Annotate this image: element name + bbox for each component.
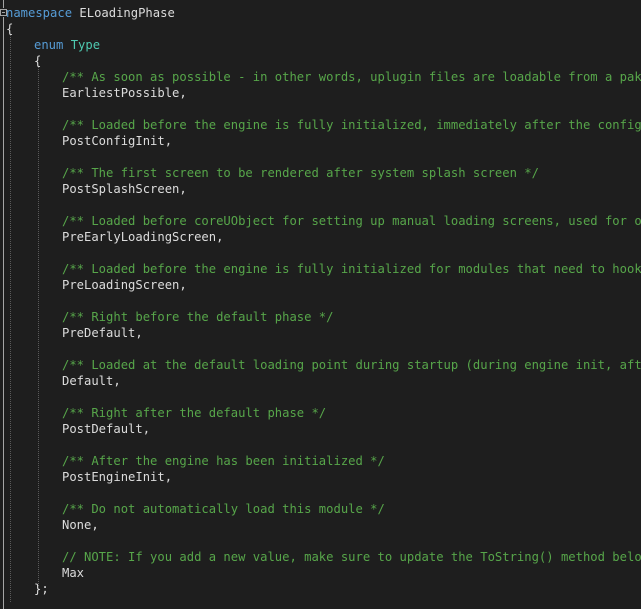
entry-comment: /** Right before the default phase */	[62, 309, 334, 325]
entry-comment: /** Loaded before the engine is fully in…	[62, 261, 641, 277]
entry-value: None,	[62, 517, 99, 533]
enum-value-text: Default,	[62, 374, 121, 388]
enum-keyword: enum	[34, 38, 64, 52]
entry-value: PreDefault,	[62, 325, 143, 341]
entry-value: PreEarlyLoadingScreen,	[62, 229, 223, 245]
enum-value-text: PreLoadingScreen,	[62, 278, 187, 292]
enum-value-text: Max	[62, 566, 85, 580]
entry-value: PostConfigInit,	[62, 133, 172, 149]
entry-comment: /** Loaded at the default loading point …	[62, 357, 641, 373]
entry-value: EarliestPossible,	[62, 85, 187, 101]
comment-text: /** Right before the default phase */	[62, 310, 334, 324]
enum-value-text: PreDefault,	[62, 326, 143, 340]
entry-comment: /** Right after the default phase */	[62, 405, 326, 421]
enum-value-text: PostEngineInit,	[62, 470, 173, 484]
namespace-name: ELoadingPhase	[79, 6, 175, 20]
enum-value-text: PreEarlyLoadingScreen,	[62, 230, 224, 244]
comment-text: /** Loaded before the engine is fully in…	[62, 118, 641, 132]
enum-value-text: PostSplashScreen,	[62, 182, 187, 196]
enum-value-text: PostDefault,	[62, 422, 151, 436]
comment-text: /** The first screen to be rendered afte…	[62, 166, 539, 180]
namespace-keyword: namespace	[6, 6, 73, 20]
indent-guide-enum	[38, 66, 39, 586]
enum-value-text: EarliestPossible,	[62, 86, 187, 100]
entry-value: Max	[62, 565, 84, 581]
entry-value: PostDefault,	[62, 421, 150, 437]
namespace-open-brace: {	[6, 21, 13, 37]
outline-line-namespace	[3, 17, 4, 609]
enum-declaration: enum Type	[34, 37, 100, 53]
comment-text: /** Loaded before coreUObject for settin…	[62, 214, 641, 228]
enum-value-text: PostConfigInit,	[62, 134, 173, 148]
entry-value: PreLoadingScreen,	[62, 277, 187, 293]
comment-text: // NOTE: If you add a new value, make su…	[62, 550, 641, 564]
comment-text: /** Right after the default phase */	[62, 406, 327, 420]
enum-name: Type	[70, 38, 101, 52]
entry-comment: /** Loaded before coreUObject for settin…	[62, 213, 641, 229]
entry-comment: /** After the engine has been initialize…	[62, 453, 385, 469]
comment-text: /** As soon as possible - in other words…	[62, 70, 641, 84]
enum-value-text: None,	[62, 518, 99, 532]
indent-guide-namespace	[10, 34, 11, 602]
entry-comment: // NOTE: If you add a new value, make su…	[62, 549, 641, 565]
comment-text: /** After the engine has been initialize…	[62, 454, 385, 468]
code-editor[interactable]: namespace ELoadingPhase { enum Type { /*…	[0, 0, 641, 609]
entry-value: Default,	[62, 373, 121, 389]
entry-comment: /** Do not automatically load this modul…	[62, 501, 385, 517]
outline-line-top	[3, 0, 4, 8]
entry-comment: /** The first screen to be rendered afte…	[62, 165, 539, 181]
entry-comment: /** Loaded before the engine is fully in…	[62, 117, 641, 133]
entry-value: PostEngineInit,	[62, 469, 172, 485]
brace-text: };	[34, 582, 49, 596]
brace-text: {	[6, 22, 14, 36]
brace-text: {	[34, 54, 42, 68]
enum-close-brace: };	[34, 581, 49, 597]
comment-text: /** Do not automatically load this modul…	[62, 502, 385, 516]
entry-comment: /** As soon as possible - in other words…	[62, 69, 641, 85]
comment-text: /** Loaded before the engine is fully in…	[62, 262, 641, 276]
namespace-declaration: namespace ELoadingPhase	[6, 5, 175, 21]
comment-text: /** Loaded at the default loading point …	[62, 358, 641, 372]
entry-value: PostSplashScreen,	[62, 181, 187, 197]
enum-open-brace: {	[34, 53, 41, 69]
